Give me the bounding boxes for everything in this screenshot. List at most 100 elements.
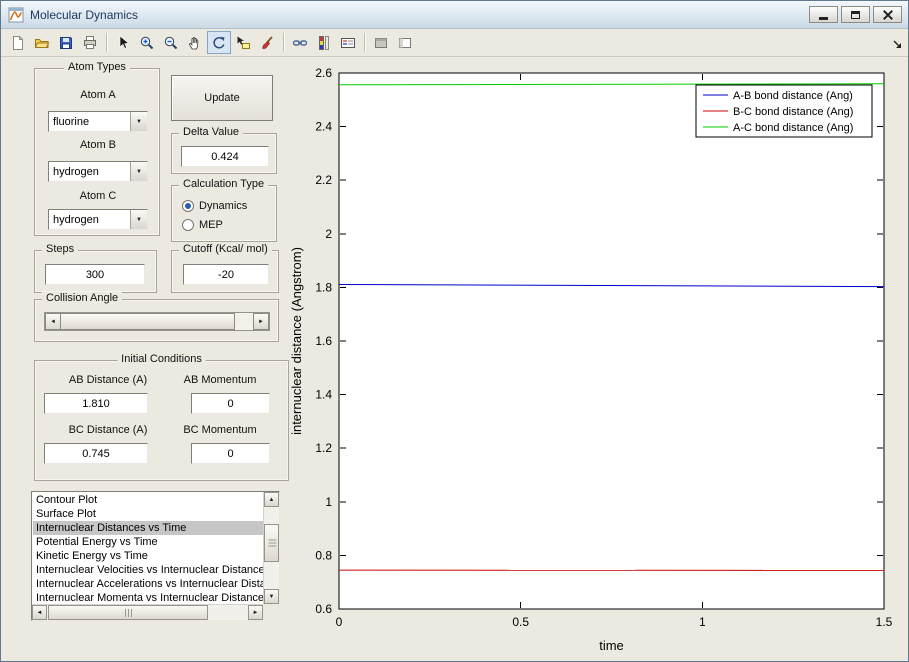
ab-distance-field[interactable]: 1.810 <box>44 393 148 414</box>
svg-text:2: 2 <box>325 227 332 241</box>
show-plot-tools-button[interactable] <box>393 31 417 54</box>
toolbar-separator <box>283 33 284 52</box>
atom-a-dropdown[interactable]: fluorine ▼ <box>48 111 148 132</box>
insert-legend-button[interactable] <box>336 31 360 54</box>
list-item[interactable]: Internuclear Distances vs Time <box>33 521 263 535</box>
svg-text:0: 0 <box>336 615 343 629</box>
collision-angle-slider[interactable]: ◄ ► <box>44 312 270 331</box>
svg-text:0.6: 0.6 <box>315 602 332 616</box>
brush-data-icon <box>259 35 275 51</box>
list-item[interactable]: Surface Plot <box>33 507 263 521</box>
matlab-figure-icon <box>8 7 24 23</box>
list-item[interactable]: Internuclear Momenta vs Internuclear Dis… <box>33 591 263 604</box>
radio-dynamics[interactable]: Dynamics <box>182 200 247 212</box>
cutoff-text: -20 <box>218 269 234 281</box>
toolbar-separator <box>364 33 365 52</box>
listbox-horizontal-scrollbar[interactable]: ◄ ► <box>32 604 263 620</box>
update-button[interactable]: Update <box>171 75 273 121</box>
figure-toolbar <box>1 29 908 57</box>
listbox-vertical-scrollbar[interactable]: ▲ ▼ <box>263 492 279 604</box>
print-figure-icon <box>82 35 98 51</box>
list-item[interactable]: Potential Energy vs Time <box>33 535 263 549</box>
chevron-down-icon: ▼ <box>130 162 147 181</box>
radio-dynamics-label: Dynamics <box>199 200 247 212</box>
minimize-icon <box>819 17 828 20</box>
bc-momentum-label: BC Momentum <box>170 424 270 436</box>
ab-momentum-label: AB Momentum <box>170 374 270 386</box>
plot-type-listbox[interactable]: Contour PlotSurface PlotInternuclear Dis… <box>31 491 280 621</box>
bc-momentum-field[interactable]: 0 <box>191 443 270 464</box>
chevron-down-icon: ▼ <box>130 112 147 131</box>
edit-plot-icon <box>115 35 131 51</box>
radio-mep[interactable]: MEP <box>182 219 223 231</box>
new-figure-button[interactable] <box>6 31 30 54</box>
axes[interactable]: 00.511.50.60.811.21.41.61.822.22.42.6tim… <box>285 59 909 662</box>
slider-thumb[interactable] <box>61 313 235 330</box>
zoom-out-icon <box>163 35 179 51</box>
bc-momentum-text: 0 <box>227 448 233 460</box>
scroll-right-button[interactable]: ► <box>248 605 263 620</box>
scroll-up-button[interactable]: ▲ <box>264 492 279 507</box>
list-item[interactable]: Kinetic Energy vs Time <box>33 549 263 563</box>
list-item[interactable]: Contour Plot <box>33 493 263 507</box>
svg-text:1.8: 1.8 <box>315 280 332 294</box>
edit-plot-button[interactable] <box>111 31 135 54</box>
window-title: Molecular Dynamics <box>30 8 138 22</box>
pan-icon <box>187 35 203 51</box>
initial-conditions-title: Initial Conditions <box>117 353 206 365</box>
steps-title: Steps <box>42 243 78 255</box>
scroll-down-button[interactable]: ▼ <box>264 589 279 604</box>
dock-figure-button[interactable] <box>892 37 903 55</box>
atom-b-dropdown[interactable]: hydrogen ▼ <box>48 161 148 182</box>
list-item[interactable]: Internuclear Velocities vs Internuclear … <box>33 563 263 577</box>
brush-data-button[interactable] <box>255 31 279 54</box>
atom-types-panel: Atom Types Atom A fluorine ▼ Atom B hydr… <box>34 68 160 236</box>
insert-colorbar-button[interactable] <box>312 31 336 54</box>
ab-momentum-text: 0 <box>227 398 233 410</box>
rotate-3d-button[interactable] <box>207 31 231 54</box>
rotate-3d-icon <box>211 35 227 51</box>
vertical-scroll-thumb[interactable] <box>264 524 279 562</box>
hide-plot-tools-button[interactable] <box>369 31 393 54</box>
horizontal-scroll-thumb[interactable] <box>48 605 208 620</box>
delta-value-text: 0.424 <box>211 151 239 163</box>
maximize-button[interactable] <box>841 6 870 23</box>
close-button[interactable] <box>873 6 902 23</box>
atom-a-value: fluorine <box>49 112 130 131</box>
save-figure-button[interactable] <box>54 31 78 54</box>
collision-angle-title: Collision Angle <box>42 292 122 304</box>
zoom-out-button[interactable] <box>159 31 183 54</box>
delta-value-field[interactable]: 0.424 <box>181 146 269 167</box>
svg-text:1: 1 <box>699 615 706 629</box>
atom-c-dropdown[interactable]: hydrogen ▼ <box>48 209 148 230</box>
data-cursor-button[interactable] <box>231 31 255 54</box>
minimize-button[interactable] <box>809 6 838 23</box>
svg-text:A-C bond distance (Ang): A-C bond distance (Ang) <box>733 122 853 134</box>
atom-a-label: Atom A <box>35 89 161 101</box>
open-file-button[interactable] <box>30 31 54 54</box>
collision-angle-panel: Collision Angle ◄ ► <box>34 299 279 342</box>
slider-track[interactable] <box>235 313 253 330</box>
plot-area[interactable]: 00.511.50.60.811.21.41.61.822.22.42.6tim… <box>285 59 909 662</box>
slider-right-arrow[interactable]: ► <box>253 313 269 330</box>
app-window: Molecular Dynamics <box>0 0 909 662</box>
list-item[interactable]: Internuclear Accelerations vs Internucle… <box>33 577 263 591</box>
ab-distance-label: AB Distance (A) <box>43 374 173 386</box>
cutoff-field[interactable]: -20 <box>183 264 269 285</box>
print-figure-button[interactable] <box>78 31 102 54</box>
steps-field[interactable]: 300 <box>45 264 145 285</box>
slider-left-arrow[interactable]: ◄ <box>45 313 61 330</box>
pan-button[interactable] <box>183 31 207 54</box>
atom-c-label: Atom C <box>35 190 161 202</box>
titlebar: Molecular Dynamics <box>1 1 908 29</box>
calculation-type-title: Calculation Type <box>179 178 268 190</box>
link-plot-button[interactable] <box>288 31 312 54</box>
atom-b-value: hydrogen <box>49 162 130 181</box>
initial-conditions-panel: Initial Conditions AB Distance (A) AB Mo… <box>34 360 289 481</box>
scroll-left-button[interactable]: ◄ <box>32 605 47 620</box>
link-plot-icon <box>292 35 308 51</box>
ab-momentum-field[interactable]: 0 <box>191 393 270 414</box>
zoom-in-button[interactable] <box>135 31 159 54</box>
cutoff-title: Cutoff (Kcal/ mol) <box>179 243 272 255</box>
bc-distance-field[interactable]: 0.745 <box>44 443 148 464</box>
